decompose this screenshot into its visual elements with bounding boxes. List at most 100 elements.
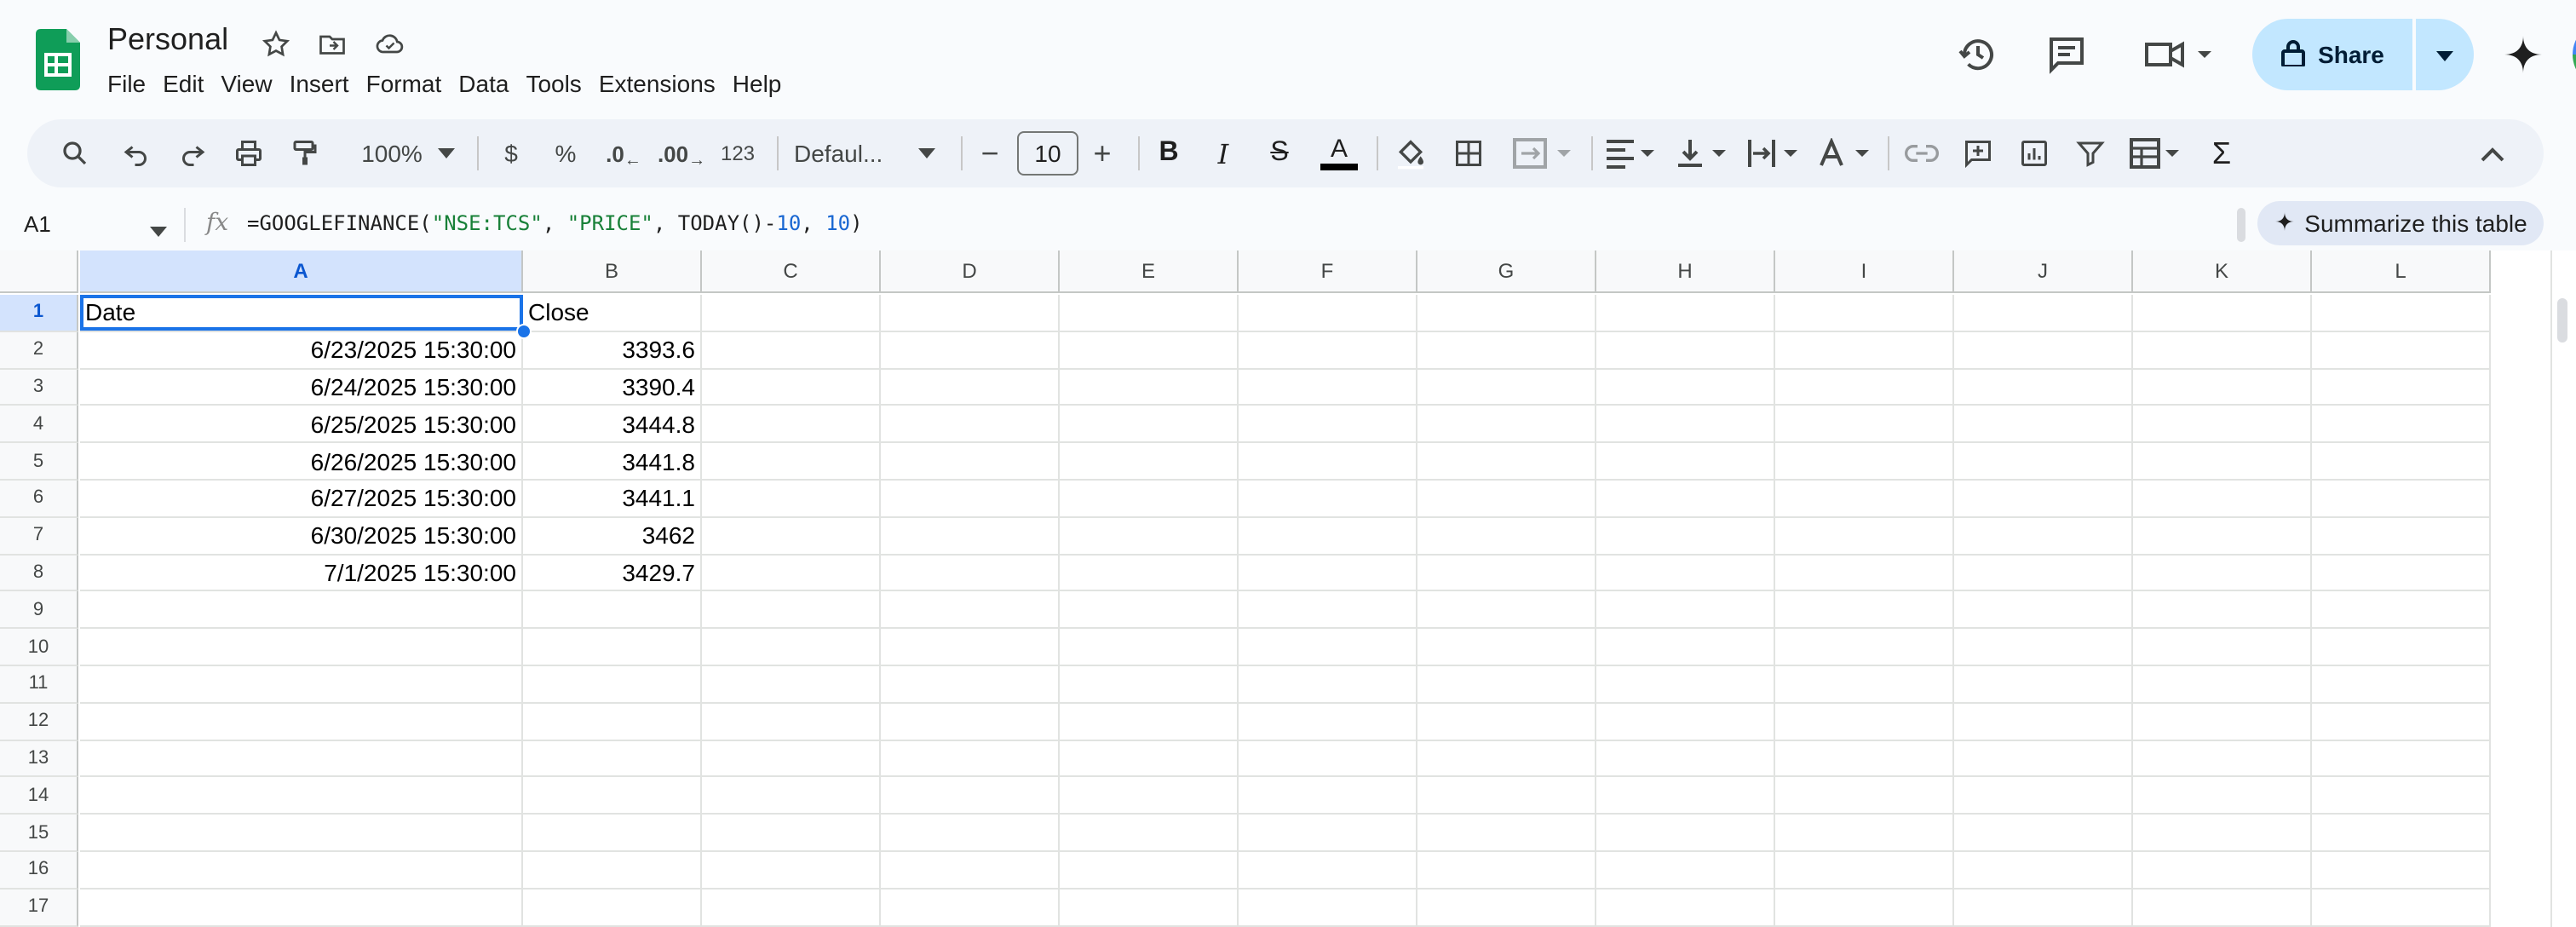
cell-h6[interactable] xyxy=(1596,481,1775,518)
cell-f14[interactable] xyxy=(1239,777,1417,815)
cell-i2[interactable] xyxy=(1775,331,1954,370)
cell-k12[interactable] xyxy=(2133,703,2312,741)
cell-g5[interactable] xyxy=(1417,443,1596,481)
more-formats-button[interactable]: 123 xyxy=(716,133,760,174)
percent-format-button[interactable]: % xyxy=(549,133,583,174)
cell-j13[interactable] xyxy=(1954,740,2133,778)
column-header-i[interactable]: I xyxy=(1775,250,1954,293)
column-header-a[interactable]: A xyxy=(80,250,523,293)
cell-d5[interactable] xyxy=(881,443,1060,481)
row-header-2[interactable]: 2 xyxy=(0,331,78,370)
cell-k10[interactable] xyxy=(2133,629,2312,666)
column-header-e[interactable]: E xyxy=(1060,250,1239,293)
cell-i4[interactable] xyxy=(1775,406,1954,444)
fill-handle[interactable] xyxy=(516,324,532,339)
cell-e9[interactable] xyxy=(1060,591,1239,630)
cell-b7[interactable]: 3462 xyxy=(523,517,702,556)
cell-i14[interactable] xyxy=(1775,777,1954,815)
cell-e16[interactable] xyxy=(1060,852,1239,890)
cell-a13[interactable] xyxy=(80,740,523,778)
cell-d12[interactable] xyxy=(881,703,1060,741)
column-header-d[interactable]: D xyxy=(881,250,1060,293)
cell-c11[interactable] xyxy=(702,666,881,704)
cell-e11[interactable] xyxy=(1060,666,1239,704)
menu-edit[interactable]: Edit xyxy=(154,66,212,101)
cell-c1[interactable] xyxy=(702,295,881,332)
filter-views-icon[interactable] xyxy=(2126,133,2184,174)
gemini-icon[interactable] xyxy=(2499,31,2547,78)
cell-b2[interactable]: 3393.6 xyxy=(523,331,702,370)
cell-j1[interactable] xyxy=(1954,295,2133,332)
cell-h16[interactable] xyxy=(1596,852,1775,890)
increase-font-size-button[interactable]: + xyxy=(1087,133,1118,174)
row-header-12[interactable]: 12 xyxy=(0,703,78,741)
cell-d2[interactable] xyxy=(881,331,1060,370)
cell-e2[interactable] xyxy=(1060,331,1239,370)
cell-g1[interactable] xyxy=(1417,295,1596,332)
font-select[interactable]: Defaul... xyxy=(794,133,923,174)
cell-c5[interactable] xyxy=(702,443,881,481)
cell-i5[interactable] xyxy=(1775,443,1954,481)
cell-j17[interactable] xyxy=(1954,889,2133,927)
cell-j4[interactable] xyxy=(1954,406,2133,444)
cell-j12[interactable] xyxy=(1954,703,2133,741)
menu-format[interactable]: Format xyxy=(358,66,451,101)
currency-format-button[interactable]: $ xyxy=(494,133,528,174)
cell-k17[interactable] xyxy=(2133,889,2312,927)
cell-l10[interactable] xyxy=(2312,629,2491,666)
cell-d14[interactable] xyxy=(881,777,1060,815)
cell-l13[interactable] xyxy=(2312,740,2491,778)
cell-g6[interactable] xyxy=(1417,481,1596,518)
font-size-input[interactable]: 10 xyxy=(1017,131,1078,176)
document-title[interactable]: Personal xyxy=(107,22,228,58)
cell-d16[interactable] xyxy=(881,852,1060,890)
cell-f11[interactable] xyxy=(1239,666,1417,704)
cell-k16[interactable] xyxy=(2133,852,2312,890)
history-icon[interactable] xyxy=(1954,31,2002,78)
column-header-l[interactable]: L xyxy=(2312,250,2491,293)
cell-a16[interactable] xyxy=(80,852,523,890)
collapse-toolbar-icon[interactable] xyxy=(2475,133,2510,174)
cell-k15[interactable] xyxy=(2133,815,2312,852)
bold-icon[interactable]: B xyxy=(1152,133,1186,174)
cell-f8[interactable] xyxy=(1239,555,1417,592)
cell-j14[interactable] xyxy=(1954,777,2133,815)
cell-a3[interactable]: 6/24/2025 15:30:00 xyxy=(80,369,523,406)
undo-icon[interactable] xyxy=(116,133,157,174)
cell-a7[interactable]: 6/30/2025 15:30:00 xyxy=(80,517,523,556)
column-header-k[interactable]: K xyxy=(2133,250,2312,293)
merge-cells-icon[interactable] xyxy=(1509,133,1578,174)
column-header-f[interactable]: F xyxy=(1239,250,1417,293)
cell-j8[interactable] xyxy=(1954,555,2133,592)
redo-icon[interactable] xyxy=(172,133,213,174)
cell-d1[interactable] xyxy=(881,295,1060,332)
cell-h2[interactable] xyxy=(1596,331,1775,370)
cell-k13[interactable] xyxy=(2133,740,2312,778)
row-header-14[interactable]: 14 xyxy=(0,777,78,815)
cell-a12[interactable] xyxy=(80,703,523,741)
select-all-corner[interactable] xyxy=(0,250,78,293)
cell-d10[interactable] xyxy=(881,629,1060,666)
row-header-15[interactable]: 15 xyxy=(0,815,78,852)
cell-j9[interactable] xyxy=(1954,591,2133,630)
cell-k3[interactable] xyxy=(2133,369,2312,406)
menu-data[interactable]: Data xyxy=(450,66,517,101)
cell-i6[interactable] xyxy=(1775,481,1954,518)
menu-help[interactable]: Help xyxy=(724,66,791,101)
text-rotation-icon[interactable] xyxy=(1816,133,1874,174)
menu-view[interactable]: View xyxy=(212,66,280,101)
menu-file[interactable]: File xyxy=(107,66,154,101)
cell-l11[interactable] xyxy=(2312,666,2491,704)
italic-icon[interactable]: I xyxy=(1206,133,1240,174)
cell-g10[interactable] xyxy=(1417,629,1596,666)
cell-g13[interactable] xyxy=(1417,740,1596,778)
cell-a2[interactable]: 6/23/2025 15:30:00 xyxy=(80,331,523,370)
vertical-align-icon[interactable] xyxy=(1673,133,1731,174)
chevron-down-icon[interactable] xyxy=(436,133,457,174)
cell-d11[interactable] xyxy=(881,666,1060,704)
cell-f4[interactable] xyxy=(1239,406,1417,444)
cell-c14[interactable] xyxy=(702,777,881,815)
cell-a5[interactable]: 6/26/2025 15:30:00 xyxy=(80,443,523,481)
cell-d8[interactable] xyxy=(881,555,1060,592)
horizontal-align-icon[interactable] xyxy=(1601,133,1659,174)
